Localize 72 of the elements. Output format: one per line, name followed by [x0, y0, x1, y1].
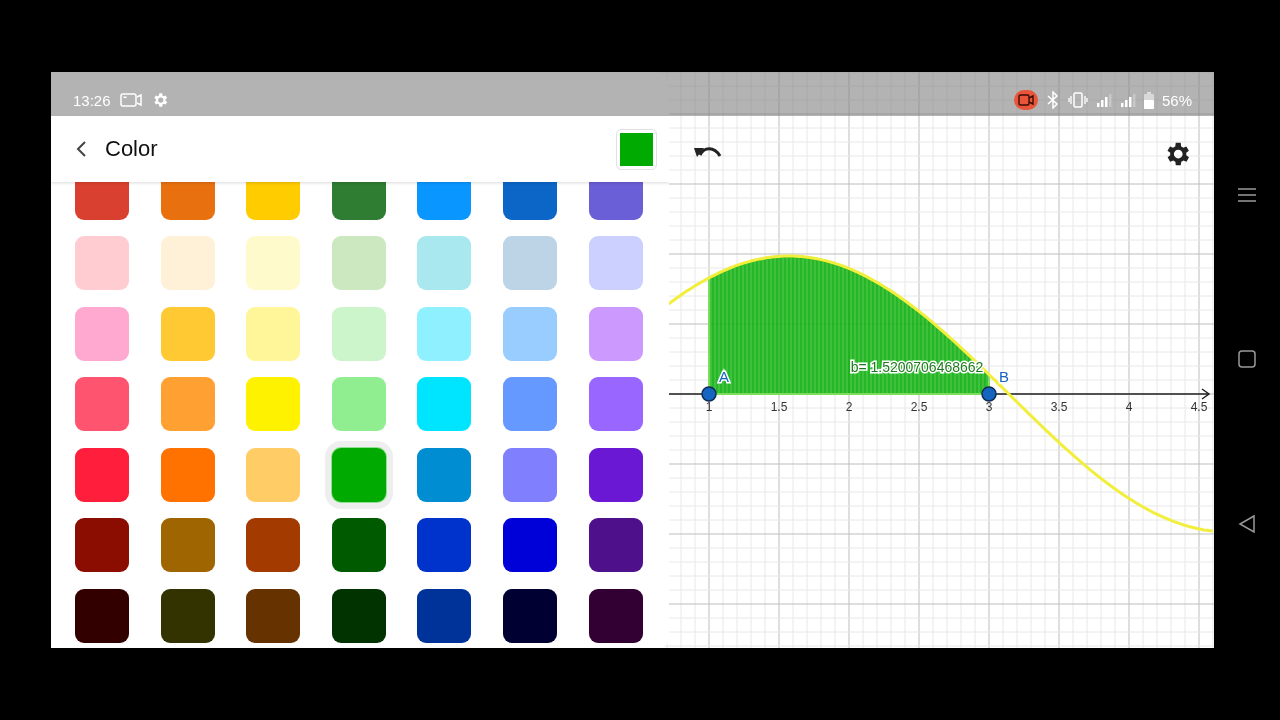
- color-swatch[interactable]: [417, 236, 472, 290]
- color-swatch[interactable]: [160, 236, 215, 290]
- color-swatch[interactable]: [75, 182, 129, 220]
- point[interactable]: [701, 386, 717, 402]
- color-swatch[interactable]: [417, 377, 472, 431]
- tick-label: 1.5: [770, 400, 788, 414]
- color-swatch[interactable]: [588, 447, 643, 502]
- color-swatch[interactable]: [417, 447, 472, 502]
- vibrate-icon: [1067, 92, 1088, 108]
- color-swatch[interactable]: [160, 518, 215, 572]
- tick-label: 4: [1125, 400, 1133, 414]
- color-swatch[interactable]: [331, 236, 386, 290]
- color-swatch[interactable]: [160, 377, 215, 431]
- tick-label: 4.5: [1190, 400, 1208, 414]
- color-swatch[interactable]: [75, 588, 129, 643]
- value-label: b= 1.5200706468662: [850, 359, 984, 375]
- color-swatch[interactable]: [246, 377, 301, 431]
- color-swatch[interactable]: [502, 236, 557, 290]
- color-swatch[interactable]: [246, 447, 301, 502]
- color-swatch[interactable]: [417, 588, 472, 643]
- color-swatch[interactable]: [160, 588, 215, 643]
- color-swatch[interactable]: [588, 236, 643, 290]
- tick-label: 2: [845, 400, 853, 414]
- tick-label: 3: [985, 400, 993, 414]
- tick-label: 1: [705, 400, 713, 414]
- color-swatch[interactable]: [75, 377, 129, 431]
- color-swatch[interactable]: [331, 588, 386, 643]
- color-swatch[interactable]: [246, 236, 301, 290]
- color-swatch[interactable]: [502, 447, 557, 502]
- panel-title: Color: [105, 136, 159, 162]
- color-swatch[interactable]: [75, 306, 129, 361]
- color-swatch[interactable]: [246, 588, 301, 643]
- color-swatch[interactable]: [331, 306, 386, 361]
- color-swatch[interactable]: [246, 182, 301, 220]
- color-swatch[interactable]: [331, 182, 386, 220]
- tick-label: 2.5: [910, 400, 928, 414]
- clock: 13:26: [73, 91, 111, 109]
- color-swatch[interactable]: [502, 518, 557, 572]
- color-swatch[interactable]: [502, 588, 557, 643]
- color-swatch[interactable]: [246, 518, 301, 572]
- color-swatch[interactable]: [588, 377, 643, 431]
- color-swatch[interactable]: [246, 306, 301, 361]
- color-swatch[interactable]: [588, 588, 643, 643]
- color-swatch[interactable]: [502, 377, 557, 431]
- color-swatch[interactable]: [331, 518, 386, 572]
- color-swatch[interactable]: [417, 306, 472, 361]
- color-swatch[interactable]: [417, 182, 472, 220]
- screen-record-icon: [119, 93, 142, 107]
- color-swatch[interactable]: [75, 518, 129, 572]
- color-swatch[interactable]: [502, 182, 557, 220]
- color-swatch[interactable]: [588, 306, 643, 361]
- color-swatch[interactable]: [588, 518, 643, 572]
- color-swatch[interactable]: [417, 518, 472, 572]
- point-label: B: [999, 368, 1009, 385]
- color-swatch[interactable]: [588, 182, 643, 220]
- color-swatch[interactable]: [160, 182, 215, 220]
- back-icon[interactable]: [1238, 515, 1256, 533]
- menu-icon[interactable]: [1237, 187, 1257, 203]
- color-swatch[interactable]: [331, 377, 386, 431]
- color-swatch[interactable]: [160, 306, 215, 361]
- color-swatch[interactable]: [75, 447, 129, 502]
- color-swatch[interactable]: [502, 306, 557, 361]
- bluetooth-icon: [1045, 91, 1060, 109]
- tick-label: 3.5: [1050, 400, 1068, 414]
- recent-apps-icon[interactable]: [1238, 350, 1256, 368]
- battery-percentage: 56%: [1161, 91, 1192, 109]
- color-swatch[interactable]: [160, 447, 215, 502]
- signal-icon: [1119, 92, 1136, 108]
- point[interactable]: [981, 386, 997, 402]
- chevron-left-icon: [75, 140, 87, 158]
- point-label: A: [719, 368, 729, 385]
- color-swatch[interactable]: [75, 236, 129, 290]
